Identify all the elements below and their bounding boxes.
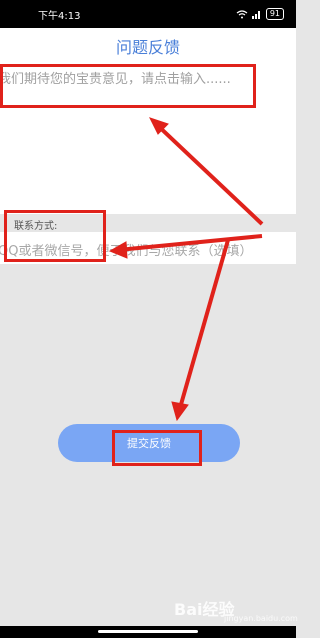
arrow-to-contact-head (108, 241, 128, 259)
arrow-to-submit-head (171, 401, 189, 422)
watermark-url: jingyan.baidu.com (224, 614, 298, 623)
arrow-to-submit (178, 239, 230, 409)
annotation-arrows (108, 117, 264, 422)
arrow-to-feedback (152, 120, 264, 226)
home-indicator[interactable] (98, 630, 198, 633)
baidu-jingyan-watermark: Bai经验 jingyan.baidu.com (170, 588, 298, 628)
arrow-to-contact (117, 234, 263, 252)
navigation-bar (0, 626, 296, 638)
